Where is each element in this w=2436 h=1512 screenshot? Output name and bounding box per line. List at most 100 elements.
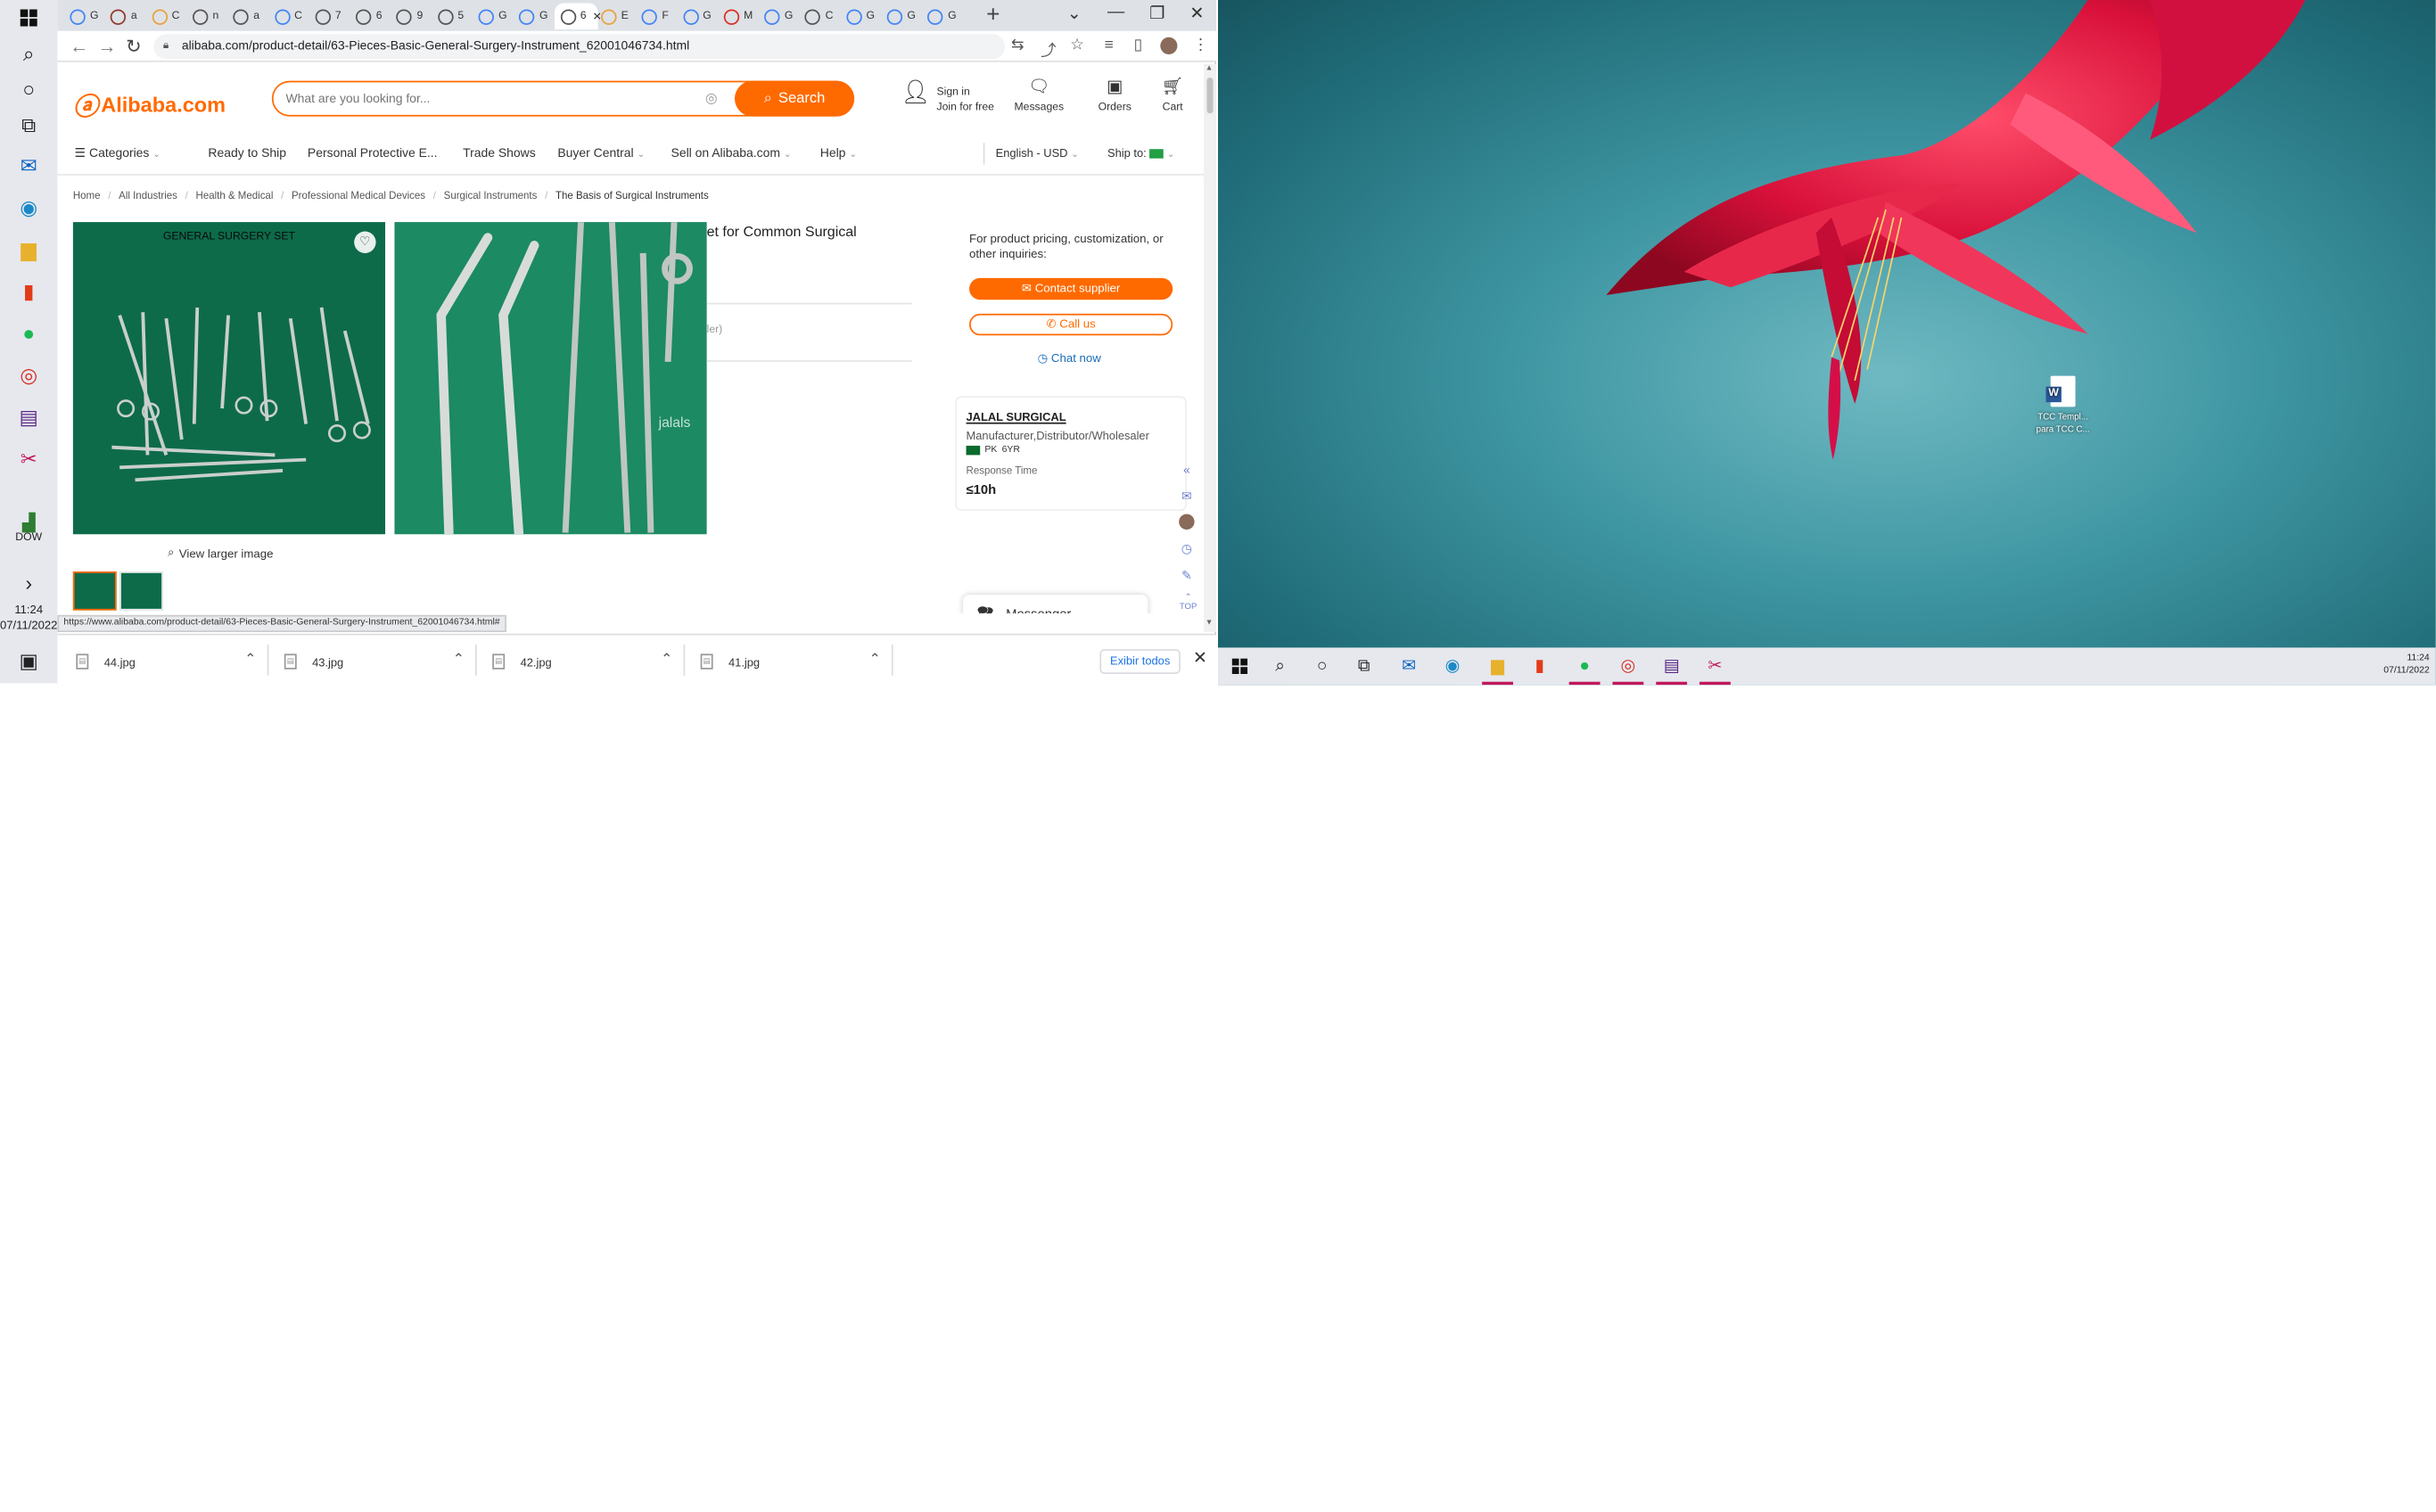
start-icon[interactable] bbox=[14, 3, 44, 32]
breadcrumb-surgical-instruments[interactable]: Surgical Instruments bbox=[444, 191, 538, 201]
task-view-icon[interactable]: ⧉ bbox=[1352, 653, 1377, 678]
camera-icon[interactable]: ◎ bbox=[705, 90, 718, 107]
browser-tab[interactable]: M bbox=[717, 3, 757, 29]
back-to-top-button[interactable]: ⌃ TOP bbox=[1177, 593, 1198, 612]
call-us-button[interactable]: ✆ Call us bbox=[969, 313, 1173, 336]
edge-icon[interactable]: ◉ bbox=[14, 193, 44, 222]
chat-now-link[interactable]: ◷ Chat now bbox=[1038, 351, 1101, 366]
thumbnail-2[interactable] bbox=[119, 571, 163, 611]
clock[interactable]: 11:24 07/11/2022 bbox=[2383, 653, 2430, 678]
chrome-icon[interactable]: ◎ bbox=[1616, 653, 1641, 678]
desktop-word-document[interactable]: W TCC Templ... para TCC C... bbox=[2022, 375, 2103, 437]
orders-button[interactable]: ▣ Orders bbox=[1099, 78, 1132, 117]
tab-search-icon[interactable]: ⌄ bbox=[1067, 3, 1082, 23]
url-field[interactable]: 🔒︎ alibaba.com/product-detail/63-Pieces-… bbox=[153, 34, 1006, 60]
chevron-up-icon[interactable]: ⌃ bbox=[661, 651, 672, 668]
contact-supplier-button[interactable]: ✉ Contact supplier bbox=[969, 277, 1173, 300]
nav-buyer-central[interactable]: Buyer Central ⌄ bbox=[557, 146, 645, 160]
nav-ppe[interactable]: Personal Protective E... bbox=[308, 146, 438, 160]
search-input[interactable] bbox=[285, 85, 690, 111]
favorite-heart-icon[interactable]: ♡ bbox=[354, 231, 376, 253]
file-explorer-icon[interactable]: ▆ bbox=[14, 234, 44, 264]
product-main-image[interactable]: GENERAL SURGERY SET ♡ bbox=[72, 222, 386, 535]
view-larger-image-link[interactable]: ⌕ View larger image bbox=[168, 545, 273, 560]
nav-ready-to-ship[interactable]: Ready to Ship bbox=[208, 146, 286, 160]
menu-kebab-icon[interactable]: ⋮ bbox=[1193, 37, 1208, 54]
chevron-up-icon[interactable]: ⌃ bbox=[453, 651, 465, 668]
messages-button[interactable]: 🗨︎ Messages bbox=[1015, 78, 1065, 117]
back-icon[interactable]: ← bbox=[70, 36, 88, 57]
forward-icon[interactable]: → bbox=[98, 36, 117, 57]
chevron-up-icon[interactable]: ⌃ bbox=[869, 651, 881, 668]
browser-tab[interactable]: C bbox=[267, 3, 308, 29]
browser-tab[interactable]: G bbox=[881, 3, 921, 29]
browser-tab[interactable]: 6 bbox=[350, 3, 390, 29]
breadcrumb-all-industries[interactable]: All Industries bbox=[119, 191, 177, 201]
thumbnail-1[interactable] bbox=[72, 571, 117, 611]
lock-icon[interactable]: 🔒︎ bbox=[163, 34, 169, 59]
history-icon[interactable]: ◷ bbox=[1177, 540, 1196, 559]
side-panel-icon[interactable]: ▯ bbox=[1134, 37, 1143, 54]
breadcrumb-current[interactable]: The Basis of Surgical Instruments bbox=[556, 191, 709, 201]
search-button[interactable]: ⌕ Search bbox=[734, 79, 855, 116]
winrar-icon[interactable]: ▤ bbox=[14, 402, 44, 431]
mail-icon[interactable]: ✉ bbox=[14, 151, 44, 180]
sign-in-link[interactable]: Sign in bbox=[937, 86, 994, 101]
browser-tab[interactable]: 5 bbox=[432, 3, 472, 29]
browser-tab[interactable]: G bbox=[513, 3, 553, 29]
search-icon[interactable]: ⌕ bbox=[1268, 653, 1293, 678]
spotify-icon[interactable]: ● bbox=[14, 318, 44, 348]
ship-to-select[interactable]: Ship to: ⌄ bbox=[1107, 146, 1174, 160]
search-icon[interactable]: ⌕ bbox=[14, 39, 44, 69]
categories-menu[interactable]: ☰ Categories ⌄ bbox=[75, 146, 160, 160]
language-currency-select[interactable]: English - USD ⌄ bbox=[996, 146, 1079, 160]
browser-tab[interactable]: G bbox=[63, 3, 103, 29]
new-tab-button[interactable]: + bbox=[986, 2, 1000, 29]
breadcrumb-medical-devices[interactable]: Professional Medical Devices bbox=[292, 191, 425, 201]
bookmark-star-icon[interactable]: ☆ bbox=[1070, 37, 1084, 54]
browser-tab[interactable]: G bbox=[758, 3, 798, 29]
close-window-button[interactable]: ✕ bbox=[1189, 3, 1204, 23]
cortana-icon[interactable]: ○ bbox=[1310, 653, 1335, 678]
winrar-icon[interactable]: ▤ bbox=[1659, 653, 1684, 678]
download-item[interactable]: ▤ 44.jpg ⌃ bbox=[76, 651, 271, 672]
close-downloads-icon[interactable]: ✕ bbox=[1193, 647, 1207, 668]
avatar[interactable] bbox=[1177, 514, 1196, 533]
browser-tab[interactable]: C bbox=[799, 3, 839, 29]
browser-tab[interactable]: C bbox=[145, 3, 185, 29]
browser-tab[interactable]: E bbox=[595, 3, 635, 29]
chevron-up-icon[interactable]: ⌃ bbox=[244, 651, 256, 668]
restore-button[interactable]: ❐ bbox=[1149, 3, 1165, 23]
browser-tab[interactable]: G bbox=[840, 3, 880, 29]
show-all-downloads-button[interactable]: Exibir todos bbox=[1099, 649, 1181, 675]
nav-trade-shows[interactable]: Trade Shows bbox=[463, 146, 536, 160]
notification-icon[interactable]: ▣ bbox=[14, 646, 44, 676]
chrome-icon[interactable]: ◎ bbox=[14, 360, 44, 390]
share-icon[interactable]: ⤴ bbox=[1041, 37, 1056, 61]
cart-button[interactable]: 🛒︎ Cart bbox=[1162, 78, 1183, 117]
browser-tab[interactable]: G bbox=[473, 3, 513, 29]
browser-tab[interactable]: a bbox=[227, 3, 267, 29]
browser-tab[interactable]: n bbox=[186, 3, 226, 29]
download-item[interactable]: ▤ 42.jpg ⌃ bbox=[492, 651, 687, 672]
chevron-right-icon[interactable]: › bbox=[14, 569, 44, 598]
join-link[interactable]: Join for free bbox=[937, 101, 994, 116]
scroll-down-icon[interactable]: ▼ bbox=[1206, 618, 1214, 627]
mail-icon[interactable]: ✉ bbox=[1177, 488, 1196, 506]
task-view-icon[interactable]: ⧉ bbox=[14, 111, 44, 140]
download-item[interactable]: ▤ 43.jpg ⌃ bbox=[284, 651, 480, 672]
cortana-icon[interactable]: ○ bbox=[14, 75, 44, 104]
scroll-up-icon[interactable]: ▲ bbox=[1206, 63, 1214, 72]
browser-tab[interactable]: 9 bbox=[391, 3, 431, 29]
translate-icon[interactable]: ⇆ bbox=[1011, 37, 1025, 54]
nav-help[interactable]: Help ⌄ bbox=[820, 146, 857, 160]
start-icon[interactable] bbox=[1227, 653, 1252, 678]
snipping-tool-icon[interactable]: ✂ bbox=[14, 444, 44, 473]
breadcrumb-home[interactable]: Home bbox=[73, 191, 101, 201]
feedback-icon[interactable]: ✎ bbox=[1177, 567, 1196, 586]
download-item[interactable]: ▤ 41.jpg ⌃ bbox=[700, 651, 896, 672]
edge-icon[interactable]: ◉ bbox=[1440, 653, 1465, 678]
page-scrollbar[interactable]: ▲ ▼ bbox=[1204, 63, 1216, 632]
alibaba-logo[interactable]: ⓐ Alibaba.com bbox=[73, 86, 226, 123]
scrollbar-thumb[interactable] bbox=[1205, 76, 1215, 115]
